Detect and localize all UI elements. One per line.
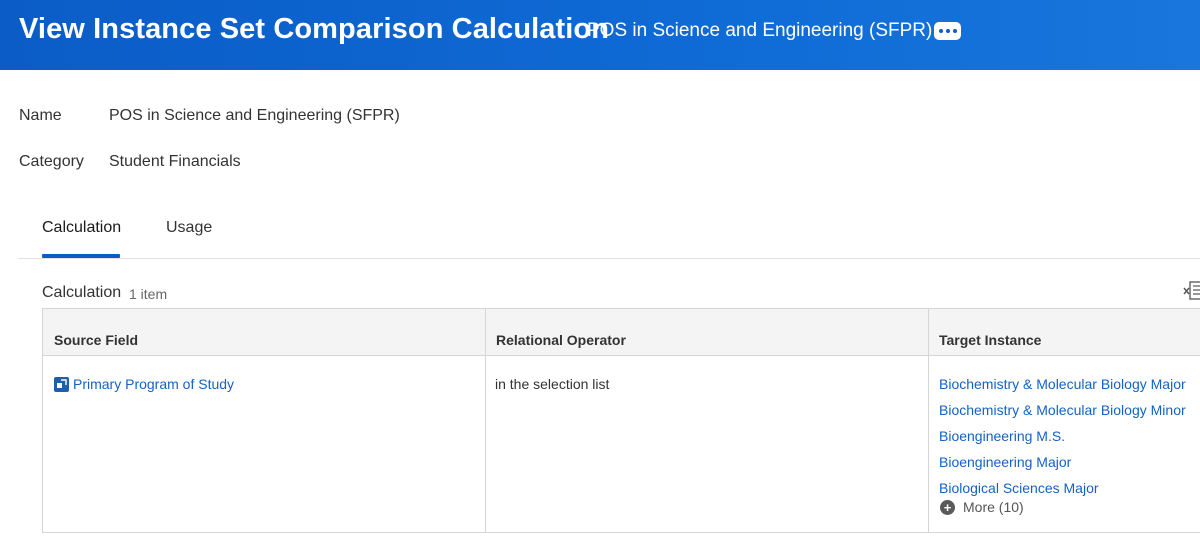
- source-field-link[interactable]: Primary Program of Study: [73, 376, 234, 392]
- page-subtitle: POS in Science and Engineering (SFPR): [587, 20, 933, 41]
- plus-circle-icon: +: [940, 499, 955, 515]
- dot: [952, 29, 957, 33]
- tab-divider: [18, 258, 1200, 259]
- table-header: Source Field Relational Operator Target …: [43, 309, 1200, 356]
- section-title: Calculation: [42, 284, 122, 301]
- target-instance-link[interactable]: Biochemistry & Molecular Biology Minor: [939, 402, 1186, 418]
- related-actions-icon[interactable]: [54, 377, 69, 392]
- target-instance-link[interactable]: Bioengineering M.S.: [939, 428, 1065, 444]
- column-header-relational-operator[interactable]: Relational Operator: [496, 332, 626, 348]
- name-value: POS in Science and Engineering (SFPR): [109, 107, 400, 124]
- column-divider: [485, 309, 486, 532]
- target-instance-link[interactable]: Bioengineering Major: [939, 454, 1071, 470]
- ellipsis-icon[interactable]: [934, 22, 961, 40]
- page-title: View Instance Set Comparison Calculation: [19, 13, 610, 45]
- column-header-target-instance[interactable]: Target Instance: [939, 332, 1041, 348]
- column-divider: [928, 309, 929, 532]
- related-actions-icon-graphic: [57, 379, 67, 388]
- category-value: Student Financials: [109, 153, 241, 170]
- category-label: Category: [19, 153, 84, 170]
- item-count: 1 item: [129, 286, 168, 302]
- target-instance-link[interactable]: Biological Sciences Major: [939, 480, 1099, 496]
- show-more-label: More (10): [963, 499, 1024, 515]
- tab-calculation[interactable]: Calculation: [42, 219, 121, 237]
- dot: [938, 29, 943, 33]
- relational-operator-value: in the selection list: [495, 376, 610, 392]
- tab-usage[interactable]: Usage: [166, 219, 212, 237]
- name-label: Name: [19, 107, 62, 124]
- page-header: View Instance Set Comparison Calculation…: [0, 0, 1200, 70]
- dot: [945, 29, 950, 33]
- calculation-table: Source Field Relational Operator Target …: [42, 308, 1200, 533]
- export-to-excel-icon[interactable]: [1183, 280, 1200, 302]
- target-instance-link[interactable]: Biochemistry & Molecular Biology Major: [939, 376, 1186, 392]
- export-to-excel-icon-graphic: [1183, 281, 1200, 300]
- column-header-source-field[interactable]: Source Field: [54, 332, 138, 348]
- show-more-button[interactable]: + More (10): [940, 499, 1024, 515]
